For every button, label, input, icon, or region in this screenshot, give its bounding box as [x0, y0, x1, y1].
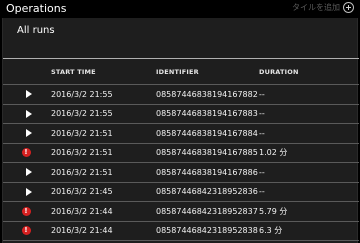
status-cell: [3, 129, 51, 138]
table-header: START TIME IDENTIFIER DURATION: [3, 59, 359, 85]
start-time-cell: 2016/3/2 21:55: [51, 109, 113, 119]
start-time-cell: 2016/3/2 21:55: [51, 89, 113, 99]
duration-cell: 1.02 分: [259, 148, 288, 158]
identifier-cell: 08587446842318952837: [156, 206, 258, 216]
column-header-duration: DURATION: [259, 67, 299, 76]
tile-subtitle: All runs: [17, 25, 55, 36]
table-row[interactable]: 2016/3/2 21:45 08587446842318952836 --: [3, 183, 359, 202]
start-time-cell: 2016/3/2 21:51: [51, 128, 113, 138]
start-time-cell: 2016/3/2 21:44: [51, 206, 113, 216]
duration-cell: --: [259, 128, 265, 138]
status-cell: [3, 187, 51, 196]
table-row[interactable]: ! 2016/3/2 21:51 08587446838194167885 1.02 …: [3, 144, 359, 163]
duration-cell: 6.3 分: [259, 226, 283, 236]
duration-cell: --: [259, 187, 265, 197]
page-title: Operations: [6, 2, 67, 15]
identifier-cell: 08587446838194167882: [156, 89, 258, 99]
duration-cell: --: [259, 89, 265, 99]
add-tile-button[interactable]: タイルを追加: [292, 2, 354, 13]
play-icon: [26, 109, 32, 118]
status-cell: !: [3, 226, 51, 236]
play-icon: [26, 187, 32, 196]
identifier-cell: 08587446842318952838: [156, 226, 258, 236]
play-icon: [26, 168, 32, 177]
column-header-start-time: START TIME: [51, 67, 96, 76]
duration-cell: --: [259, 167, 265, 177]
status-cell: [3, 168, 51, 177]
add-tile-label: タイルを追加: [292, 3, 340, 12]
tile-header: Operations タイルを追加: [0, 0, 360, 18]
status-cell: !: [3, 148, 51, 158]
status-cell: [3, 90, 51, 99]
play-icon: [26, 129, 32, 138]
operations-tile: All runs START TIME IDENTIFIER DURATION …: [2, 18, 359, 243]
start-time-cell: 2016/3/2 21:45: [51, 187, 113, 197]
duration-cell: 5.79 分: [259, 206, 288, 216]
status-cell: [3, 109, 51, 118]
table-row[interactable]: 2016/3/2 21:51 08587446838194167886 --: [3, 163, 359, 183]
identifier-cell: 08587446838194167884: [156, 128, 258, 138]
table-row[interactable]: ! 2016/3/2 21:44 08587446842318952838 6.3 分: [3, 222, 359, 241]
start-time-cell: 2016/3/2 21:44: [51, 226, 113, 236]
duration-cell: --: [259, 109, 265, 119]
start-time-cell: 2016/3/2 21:51: [51, 148, 113, 158]
identifier-cell: 08587446838194167883: [156, 109, 258, 119]
identifier-cell: 08587446838194167885: [156, 148, 258, 158]
table-body: 2016/3/2 21:55 08587446838194167882 -- 2016…: [3, 85, 359, 241]
table-row[interactable]: 2016/3/2 21:55 08587446838194167883 --: [3, 105, 359, 124]
error-icon: !: [21, 206, 31, 216]
table-row[interactable]: ! 2016/3/2 21:44 08587446842318952837 5.79 …: [3, 202, 359, 222]
error-icon: !: [21, 148, 31, 158]
table-row[interactable]: 2016/3/2 21:51 08587446838194167884 --: [3, 124, 359, 144]
play-icon: [26, 90, 32, 99]
runs-table: START TIME IDENTIFIER DURATION 2016/3/2 …: [3, 58, 359, 241]
status-cell: !: [3, 206, 51, 216]
table-row[interactable]: 2016/3/2 21:55 08587446838194167882 --: [3, 85, 359, 105]
start-time-cell: 2016/3/2 21:51: [51, 167, 113, 177]
plus-circle-icon: [343, 2, 354, 13]
error-icon: !: [21, 226, 31, 236]
column-header-identifier: IDENTIFIER: [156, 67, 199, 76]
identifier-cell: 08587446842318952836: [156, 187, 258, 197]
identifier-cell: 08587446838194167886: [156, 167, 258, 177]
